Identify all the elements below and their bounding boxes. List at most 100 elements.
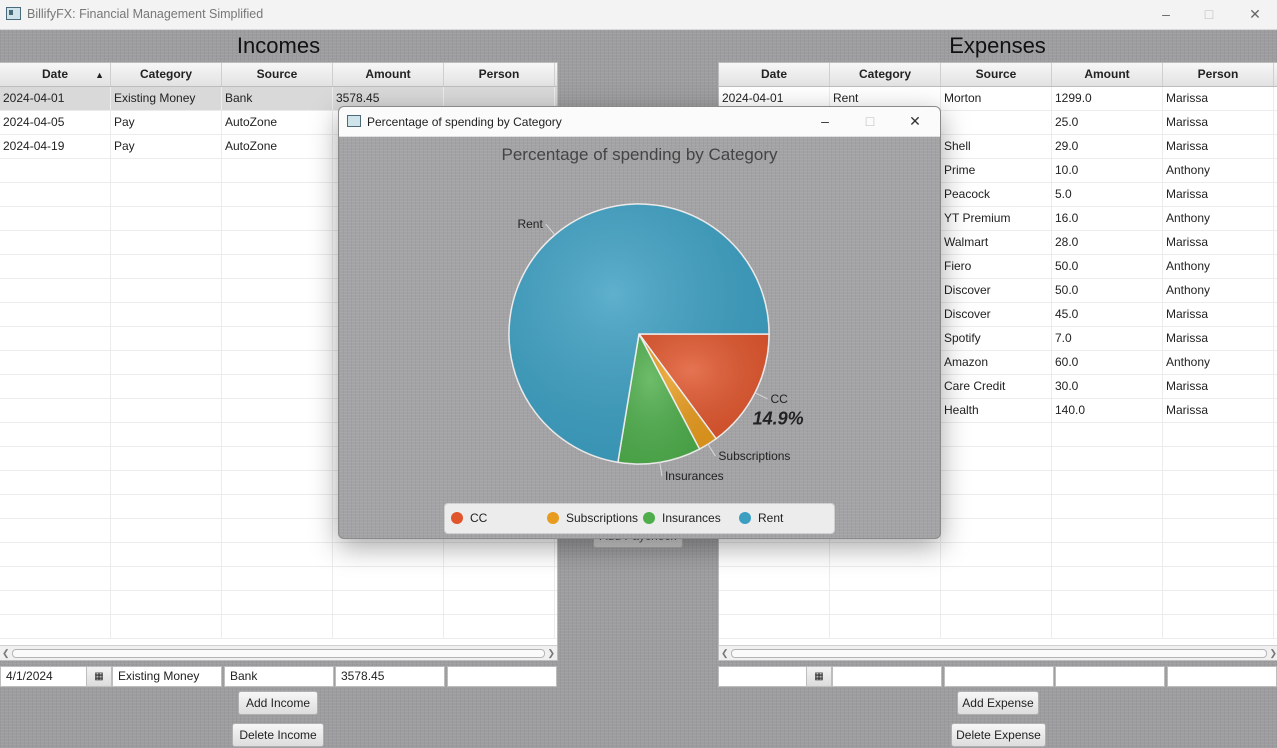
table-cell [111,519,222,542]
incomes-horizontal-scrollbar[interactable]: ❮ ❯ [0,645,557,660]
table-row[interactable] [719,543,1277,567]
table-cell [941,471,1052,494]
table-cell [941,591,1052,614]
delete-expense-button[interactable]: Delete Expense [951,723,1046,747]
calendar-icon[interactable]: ▦ [806,666,832,687]
col-person[interactable]: Person [1163,63,1274,86]
expense-date-field[interactable] [718,666,807,687]
table-cell [222,183,333,206]
income-date-field[interactable]: 4/1/2024 [0,666,87,687]
table-cell [1052,519,1163,542]
col-date[interactable]: Date [719,63,830,86]
table-cell [0,447,111,470]
add-income-button[interactable]: Add Income [238,691,318,715]
scroll-left-icon[interactable]: ❮ [2,646,10,660]
col-amount[interactable]: Amount [1052,63,1163,86]
scroll-right-icon[interactable]: ❯ [1269,646,1277,660]
table-cell: 1299.0 [1052,87,1163,110]
table-cell: Anthony [1163,279,1274,302]
income-category-field[interactable]: Existing Money [112,666,222,687]
legend-swatch [547,512,559,524]
expense-category-field[interactable] [832,666,942,687]
table-cell: Marissa [1163,135,1274,158]
table-cell [222,423,333,446]
table-row[interactable] [0,615,557,639]
income-amount-field[interactable]: 3578.45 [335,666,445,687]
table-cell [941,111,1052,134]
table-cell [0,231,111,254]
table-cell [0,591,111,614]
table-cell [0,351,111,374]
table-cell [0,375,111,398]
scroll-right-icon[interactable]: ❯ [547,646,555,660]
calendar-icon[interactable]: ▦ [86,666,112,687]
table-cell [941,615,1052,638]
table-cell: 7.0 [1052,327,1163,350]
expense-person-field[interactable] [1167,666,1277,687]
table-cell: Pay [111,111,222,134]
table-cell: Amazon [941,351,1052,374]
table-cell [0,423,111,446]
table-cell [111,159,222,182]
expense-amount-field[interactable] [1055,666,1165,687]
minimize-icon[interactable]: – [1148,4,1184,24]
legend-swatch [739,512,751,524]
table-cell [111,303,222,326]
table-row[interactable] [719,615,1277,639]
table-cell [0,159,111,182]
table-cell [111,567,222,590]
table-cell: Morton [941,87,1052,110]
table-cell [941,495,1052,518]
table-row[interactable] [0,567,557,591]
table-cell: Care Credit [941,375,1052,398]
col-date[interactable]: Date ▲ [0,63,111,86]
scrollbar-thumb[interactable] [12,649,545,658]
table-cell [830,543,941,566]
expenses-horizontal-scrollbar[interactable]: ❮ ❯ [719,645,1277,660]
table-cell [333,567,444,590]
table-cell: 10.0 [1052,159,1163,182]
table-cell [1052,591,1163,614]
window-title: BillifyFX: Financial Management Simplifi… [27,7,264,21]
income-source-field[interactable]: Bank [224,666,334,687]
pie-chart: CC 14.9% Subscriptions Insurances Rent [508,203,804,483]
table-cell: 30.0 [1052,375,1163,398]
table-row[interactable] [719,567,1277,591]
table-cell: Marissa [1163,327,1274,350]
table-cell [0,207,111,230]
add-expense-button[interactable]: Add Expense [957,691,1039,715]
col-source[interactable]: Source [941,63,1052,86]
table-row[interactable] [719,591,1277,615]
col-person[interactable]: Person [444,63,555,86]
table-cell [1163,615,1274,638]
pie-label-rent: Rent [517,217,543,231]
table-cell: 25.0 [1052,111,1163,134]
table-cell [111,615,222,638]
table-cell [222,279,333,302]
legend-label: Rent [758,511,784,525]
table-cell [1052,615,1163,638]
maximize-icon[interactable]: □ [1191,4,1227,24]
expense-source-field[interactable] [944,666,1054,687]
col-category[interactable]: Category [830,63,941,86]
scrollbar-thumb[interactable] [731,649,1267,658]
col-amount[interactable]: Amount [333,63,444,86]
table-row[interactable] [0,591,557,615]
app-icon [6,7,21,20]
table-row[interactable] [0,543,557,567]
close-icon[interactable]: ✕ [1237,4,1273,24]
table-cell: Marissa [1163,87,1274,110]
delete-income-button[interactable]: Delete Income [232,723,324,747]
label-leader-line [754,392,768,400]
scroll-left-icon[interactable]: ❮ [721,646,729,660]
col-source[interactable]: Source [222,63,333,86]
income-person-field[interactable] [447,666,557,687]
table-cell [111,207,222,230]
table-cell: Walmart [941,231,1052,254]
table-cell [1052,567,1163,590]
table-cell: 2024-04-05 [0,111,111,134]
col-category[interactable]: Category [111,63,222,86]
table-cell [444,543,555,566]
table-cell [222,591,333,614]
table-cell: 5.0 [1052,183,1163,206]
